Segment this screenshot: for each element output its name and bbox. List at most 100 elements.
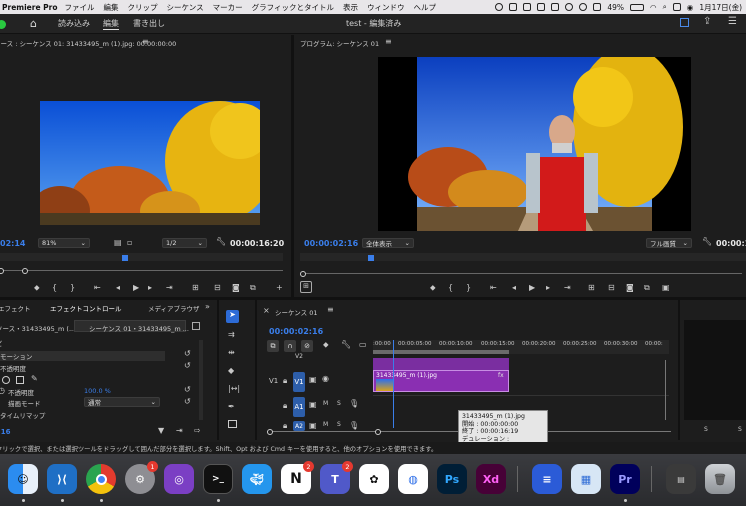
export-frame-icon[interactable]: ◙ <box>626 283 634 292</box>
wifi-icon[interactable]: ◠ <box>650 3 657 12</box>
menu-file[interactable]: ファイル <box>65 2 95 13</box>
effect-source-label[interactable]: ソース・31433495_m (... <box>0 323 75 333</box>
timeline-settings-icon[interactable]: 🔧︎ <box>341 340 351 349</box>
snap-icon[interactable]: ∩ <box>284 340 296 352</box>
chatgpt-icon[interactable]: ✿ <box>359 464 389 494</box>
linked-selection-icon[interactable]: ⊘ <box>301 340 313 352</box>
chrome-icon[interactable] <box>86 464 116 494</box>
film-icon[interactable]: ▣ <box>309 421 317 430</box>
program-monitor-title[interactable]: プログラム: シーケンス 01 <box>300 38 379 48</box>
program-fit-select[interactable]: 全体表示 ⌄ <box>362 238 414 248</box>
menu-window[interactable]: ウィンドウ <box>367 2 405 13</box>
menu-edit[interactable]: 編集 <box>104 2 119 13</box>
grid-status-icon[interactable] <box>523 3 532 11</box>
source-mini-ruler[interactable] <box>0 253 283 261</box>
tab-media-browser[interactable]: メディアブラウザ <box>148 303 200 313</box>
source-monitor-title[interactable]: ソース : シーケンス 01: 31433495_m (1).jpg: 00:0… <box>0 38 176 48</box>
panel-menu-icon[interactable]: ≡ <box>385 37 392 46</box>
blend-mode-select[interactable]: 通常 ⌄ <box>84 397 160 407</box>
track-a1-badge[interactable]: A1 <box>293 397 305 417</box>
program-mini-ruler[interactable] <box>300 253 746 261</box>
menu-graphics[interactable]: グラフィックとタイトル <box>252 2 334 13</box>
timeline-tab-title[interactable]: シーケンス 01 <box>275 307 318 317</box>
play-icon[interactable]: ▶ <box>133 283 139 292</box>
slip-tool-icon[interactable]: |↔| <box>228 384 240 393</box>
lock-icon[interactable]: 🔒︎ <box>283 376 287 386</box>
comparison-icon[interactable]: ⧉ <box>644 283 650 293</box>
add-button-icon[interactable]: + <box>276 283 283 292</box>
scroll-handle-right[interactable] <box>22 268 28 274</box>
pen-tool-icon[interactable]: ✒ <box>228 402 235 411</box>
selection-tool-icon[interactable]: ➤ <box>226 310 239 323</box>
lock-icon[interactable]: 🔒︎ <box>283 421 287 431</box>
row-time-remap[interactable]: タイムリマップ <box>0 410 45 420</box>
keybase-icon[interactable]: ◍ <box>398 464 428 494</box>
go-to-out-icon[interactable]: ⇥ <box>564 283 571 292</box>
mute-icon[interactable]: M <box>323 421 328 428</box>
marker-icon[interactable]: ⬥ <box>34 283 40 293</box>
docs-icon[interactable]: ≡ <box>532 464 562 494</box>
window-status-icon[interactable] <box>593 3 602 11</box>
timeline-v-scrollbar[interactable] <box>665 360 669 420</box>
source-timecode[interactable]: 02:14 <box>0 239 25 248</box>
close-icon[interactable]: × <box>263 306 270 315</box>
track-v1-badge[interactable]: V1 <box>293 372 305 392</box>
button-editor-icon[interactable]: ▣ <box>662 283 670 292</box>
wrench-icon[interactable]: 🔧︎ <box>216 237 226 246</box>
menu-clip[interactable]: クリップ <box>128 2 158 13</box>
timeline-ruler[interactable]: :00:00 00:00:05:00 00:00:10:00 00:00:15:… <box>373 340 669 354</box>
finder-icon[interactable]: ☺ <box>8 464 38 494</box>
export-frame-icon[interactable]: ◙ <box>232 283 240 292</box>
panel-menu-icon[interactable]: ≡ <box>142 37 149 46</box>
program-scrollbar[interactable] <box>300 271 742 277</box>
photoshop-icon[interactable]: Ps <box>437 464 467 494</box>
tab-edit[interactable]: 編集 <box>103 18 119 30</box>
play-status-icon[interactable] <box>579 3 588 11</box>
row-opacity-header[interactable]: 不透明度 <box>0 363 26 373</box>
mic-icon[interactable]: 🎙︎ <box>349 421 359 430</box>
menu-icon[interactable]: ☰ <box>728 16 737 27</box>
compare-icon[interactable]: ▫ <box>127 238 132 247</box>
film-icon[interactable]: ▣ <box>309 400 317 409</box>
step-forward-icon[interactable]: ▸ <box>148 283 152 292</box>
notion-status-icon[interactable] <box>551 3 560 11</box>
marker-icon[interactable]: ⬥ <box>430 283 436 293</box>
vscode-icon[interactable]: ⟩⟨ <box>47 464 77 494</box>
lock-icon[interactable]: 🔒︎ <box>283 401 287 411</box>
filter-icon[interactable]: ▼ <box>158 426 164 435</box>
battery-icon[interactable] <box>630 3 645 11</box>
tab-effect-controls[interactable]: エフェクトコントロール <box>50 303 122 313</box>
reset-icon[interactable]: ↺ <box>184 397 191 406</box>
status-icon[interactable] <box>495 3 504 11</box>
button-editor-icon[interactable]: ⧉ <box>250 283 256 293</box>
source-zoom-select[interactable]: 81% ⌄ <box>38 238 90 248</box>
meter-solo-left[interactable]: S <box>704 426 708 433</box>
premiere-pro-icon[interactable]: Pr <box>610 464 640 494</box>
tab-import[interactable]: 読み込み <box>58 18 90 29</box>
wrench-icon[interactable]: 🔧︎ <box>702 237 712 246</box>
scroll-handle-left[interactable] <box>0 268 4 274</box>
scroll-handle-right[interactable] <box>375 429 381 435</box>
step-forward-icon[interactable]: ▸ <box>546 283 550 292</box>
scroll-handle-left[interactable] <box>267 429 273 435</box>
go-to-out-icon[interactable]: ⇥ <box>166 283 173 292</box>
panel-toggle-icon[interactable] <box>192 322 200 330</box>
home-icon[interactable]: ⌂ <box>30 17 37 30</box>
search-icon[interactable]: ⌕ <box>663 2 667 12</box>
scroll-handle-left[interactable] <box>300 271 306 277</box>
source-playhead[interactable] <box>122 255 128 261</box>
export-icon[interactable]: ⇥ <box>176 426 183 435</box>
tab-overflow-icon[interactable]: » <box>205 302 210 311</box>
menu-extra-icon[interactable] <box>565 3 574 11</box>
terminal-icon[interactable]: >_ <box>203 464 233 494</box>
step-back-icon[interactable]: ◂ <box>512 283 516 292</box>
play-icon[interactable]: ▶ <box>529 283 535 292</box>
film-icon[interactable]: ▣ <box>309 375 317 384</box>
meter-solo-right[interactable]: S <box>738 426 742 433</box>
program-timecode[interactable]: 00:00:02:16 <box>304 239 358 248</box>
trash-icon[interactable]: 🗑︎ <box>705 464 735 494</box>
effect-timecode[interactable]: :16 <box>0 428 11 436</box>
effect-seq-tab[interactable]: シーケンス 01・31433495_m ... <box>74 320 189 333</box>
settings-icon[interactable]: ▤ <box>114 238 122 247</box>
captions-icon[interactable]: ▭ <box>359 340 367 349</box>
